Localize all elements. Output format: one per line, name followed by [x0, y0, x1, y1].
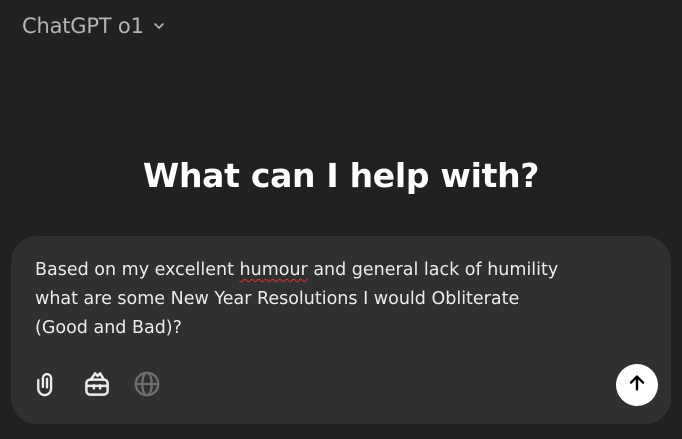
chevron-down-icon	[152, 19, 166, 33]
chat-page: ChatGPT o1 What can I help with? Based o…	[0, 0, 682, 439]
arrow-up-icon	[626, 372, 648, 398]
attach-button[interactable]	[29, 368, 65, 404]
misspelled-word[interactable]: humour	[240, 260, 308, 280]
model-selector[interactable]: ChatGPT o1	[14, 8, 174, 44]
message-composer[interactable]: Based on my excellent humour and general…	[11, 236, 671, 424]
prompt-text-part-1: Based on my excellent	[35, 260, 240, 280]
model-name: ChatGPT o1	[22, 14, 144, 38]
page-title: What can I help with?	[142, 156, 540, 195]
send-button[interactable]	[616, 364, 658, 406]
paperclip-icon	[33, 370, 61, 402]
web-search-button[interactable]	[129, 368, 165, 404]
toolbox-icon	[82, 369, 112, 403]
prompt-input[interactable]: Based on my excellent humour and general…	[35, 256, 635, 343]
globe-icon	[132, 369, 162, 403]
tools-button[interactable]	[79, 368, 115, 404]
composer-tools	[29, 368, 165, 404]
